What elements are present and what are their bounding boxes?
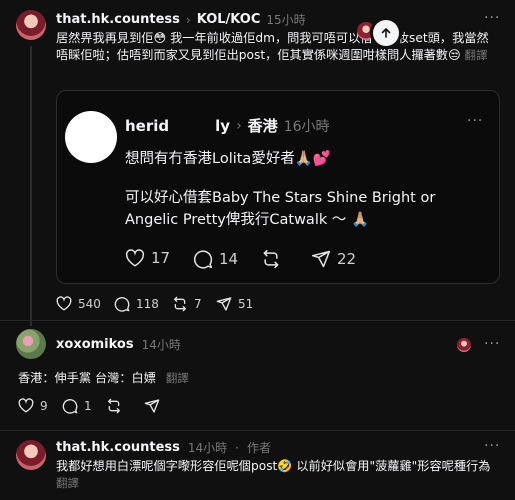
heart-icon — [56, 296, 72, 311]
repost-button[interactable] — [106, 398, 122, 414]
post-header: that.hk.countess › KOL/KOC 15小時 — [56, 11, 306, 28]
username-tail[interactable]: ly — [215, 117, 230, 135]
reply-button[interactable]: 14 — [193, 249, 238, 269]
location-tag[interactable]: 香港 — [248, 115, 278, 136]
quote-header: herid ly › 香港 16小時 — [125, 115, 330, 136]
post-text: 居然畀我再見到佢😳 我一年前收過佢dm，問我可唔可以借佢化妝set頭，我當然唔睬… — [56, 30, 496, 64]
comment-icon — [114, 297, 130, 312]
quote-line2: 可以好心借套Baby The Stars Shine Bright or Ang… — [125, 190, 436, 228]
quote-line1: 想問有冇香港Lolita愛好者🙏🏼💕 — [125, 151, 331, 167]
send-icon — [144, 399, 160, 413]
timestamp[interactable]: 16小時 — [284, 116, 330, 136]
post-text: 香港：伸手黨 台灣：白嫖 翻譯 — [18, 370, 189, 387]
repost-count: 7 — [194, 297, 202, 311]
post-header: xoxomikos 14小時 — [56, 336, 181, 353]
more-icon[interactable]: ··· — [484, 336, 500, 352]
translate-link[interactable]: 翻譯 — [56, 476, 79, 490]
separator: › — [185, 12, 191, 27]
comment-icon — [62, 399, 78, 414]
send-icon — [216, 297, 232, 311]
avatar[interactable] — [65, 111, 117, 163]
thread-line — [30, 46, 32, 326]
avatar — [457, 338, 471, 352]
like-count: 17 — [151, 249, 171, 267]
reply-count: 14 — [219, 250, 239, 268]
timestamp[interactable]: 14小時 — [142, 336, 181, 353]
separator: · — [235, 440, 239, 455]
reply-button[interactable]: 118 — [114, 296, 159, 312]
post-header: that.hk.countess 14小時 · 作者 — [56, 439, 271, 456]
share-button[interactable]: 51 — [216, 296, 253, 312]
more-icon[interactable]: ··· — [467, 113, 483, 129]
avatar[interactable] — [16, 10, 46, 40]
like-button[interactable]: 540 — [56, 296, 101, 311]
username[interactable]: herid — [125, 117, 169, 135]
repost-icon — [263, 249, 279, 269]
avatar[interactable] — [16, 440, 46, 470]
like-button[interactable]: 17 — [125, 249, 170, 267]
post-text: 我都好想用白漂呢個字嚟形容佢呢個post🤣 以前好似會用"菠蘿雞"形容呢種行為 … — [56, 458, 496, 492]
repost-button[interactable]: 7 — [172, 296, 202, 312]
repost-button[interactable] — [261, 249, 281, 269]
post-text-content: 我都好想用白漂呢個字嚟形容佢呢個post🤣 以前好似會用"菠蘿雞"形容呢種行為 — [56, 459, 491, 473]
like-count: 9 — [40, 398, 48, 413]
comment-icon — [193, 250, 213, 269]
post-text-content: 居然畀我再見到佢😳 我一年前收過佢dm，問我可唔可以借佢化妝set頭，我當然唔睬… — [56, 31, 489, 62]
arrow-up-icon[interactable] — [373, 20, 399, 46]
share-count: 22 — [337, 250, 357, 268]
heart-icon — [125, 249, 145, 267]
share-button[interactable]: 22 — [311, 249, 356, 269]
share-count: 51 — [238, 297, 254, 311]
divider — [0, 430, 515, 431]
timestamp[interactable]: 15小時 — [266, 11, 305, 28]
repost-icon — [174, 296, 186, 312]
separator: › — [236, 117, 242, 134]
more-icon[interactable]: ··· — [484, 10, 500, 26]
tag-label[interactable]: KOL/KOC — [197, 12, 261, 27]
username[interactable]: xoxomikos — [56, 337, 134, 352]
post-text-content: 香港：伸手黨 台灣：白嫖 — [18, 371, 156, 385]
author-tag: 作者 — [247, 441, 272, 455]
quote-card[interactable]: herid ly › 香港 16小時 ··· 想問有冇香港Lolita愛好者🙏🏼… — [56, 90, 500, 284]
translate-link[interactable]: 翻譯 — [166, 371, 189, 385]
divider — [0, 320, 515, 321]
username[interactable]: that.hk.countess — [56, 12, 180, 27]
like-count: 540 — [78, 296, 101, 311]
repost-icon — [108, 398, 120, 414]
reply-count: 118 — [136, 297, 159, 311]
reply-button[interactable]: 1 — [62, 398, 92, 414]
heart-icon — [18, 398, 34, 413]
more-icon[interactable]: ··· — [484, 438, 500, 454]
translate-link[interactable]: 翻譯 — [465, 48, 488, 62]
like-button[interactable]: 9 — [18, 398, 48, 413]
reply-count: 1 — [84, 399, 92, 413]
send-icon — [311, 250, 331, 268]
timestamp[interactable]: 14小時 — [188, 439, 227, 456]
username[interactable]: that.hk.countess — [56, 440, 180, 455]
share-button[interactable] — [144, 398, 160, 414]
avatar[interactable] — [16, 329, 46, 359]
